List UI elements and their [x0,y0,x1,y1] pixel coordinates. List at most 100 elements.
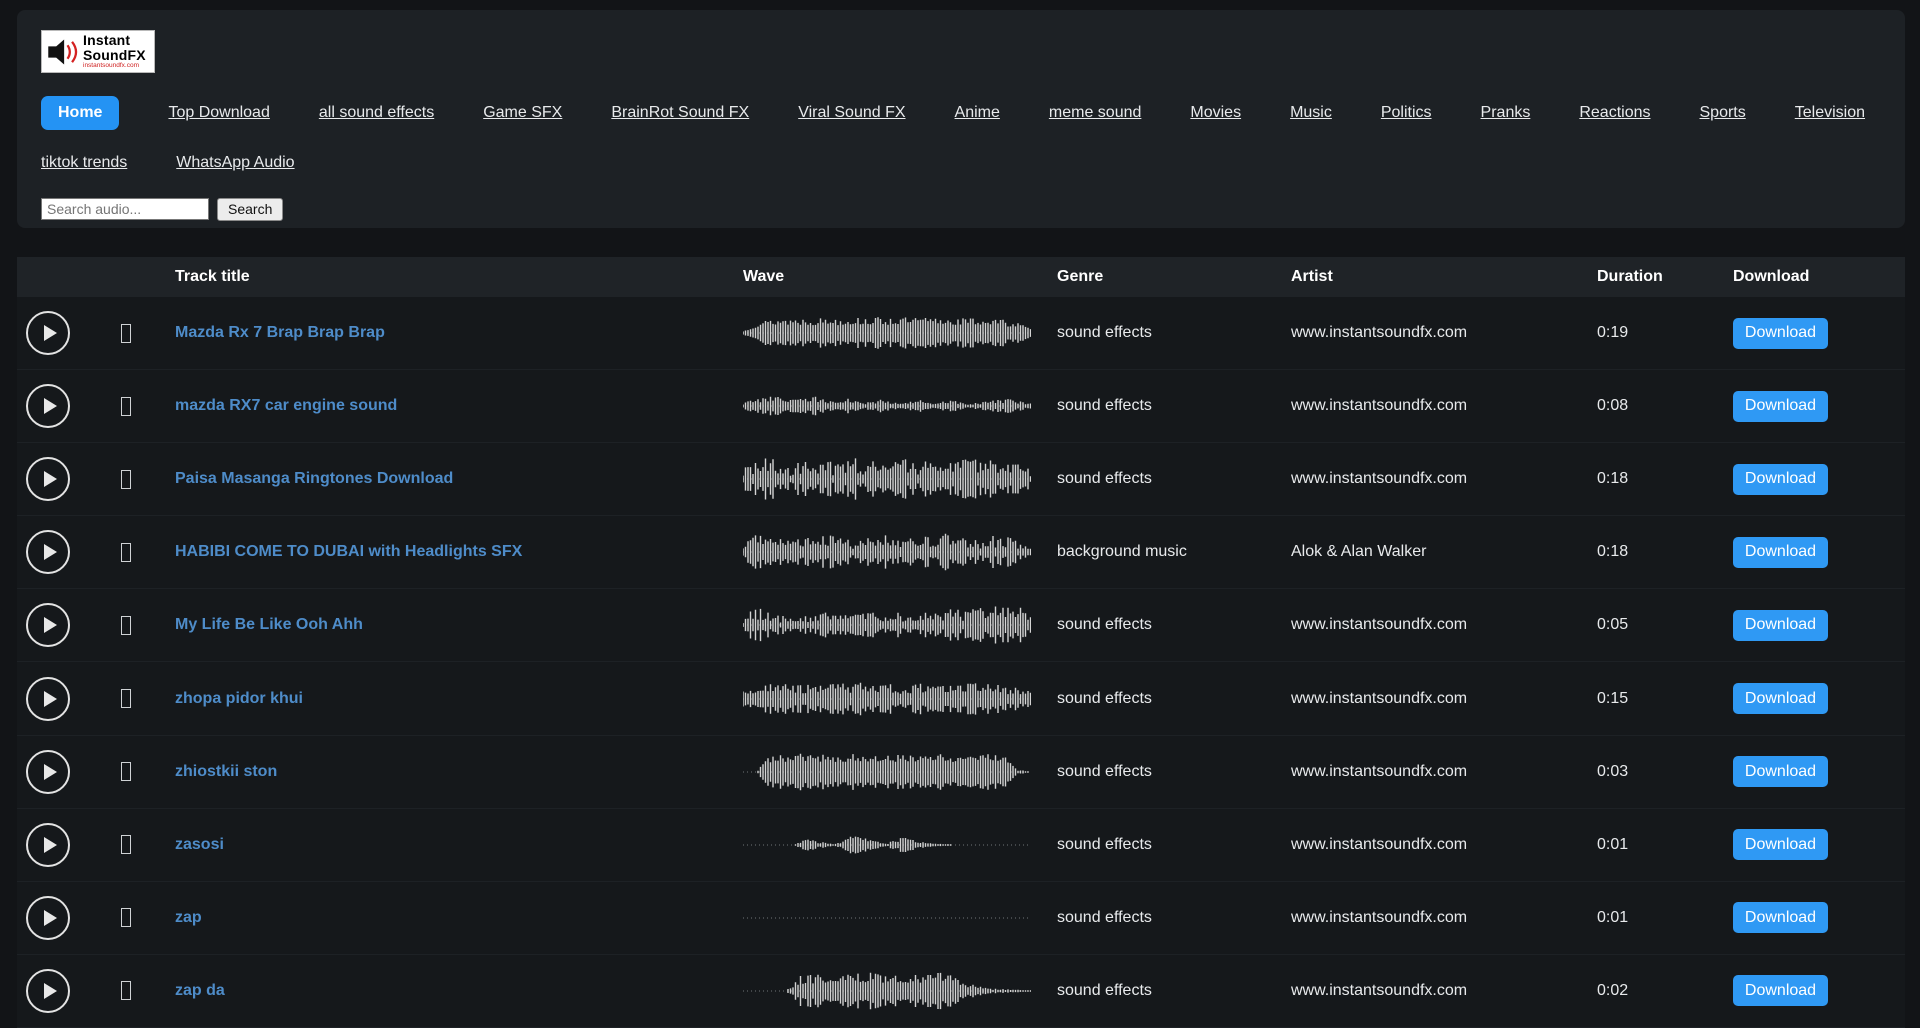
play-icon [44,471,57,487]
logo-name-line1: Instant [83,33,146,48]
nav-link-reactions[interactable]: Reactions [1579,104,1650,122]
nav-link-whatsapp-audio[interactable]: WhatsApp Audio [176,154,294,172]
nav-link-all-sound-effects[interactable]: all sound effects [319,104,434,122]
play-button[interactable] [26,457,70,501]
play-icon [44,398,57,414]
genre-text: sound effects [1057,763,1152,780]
artist-cell: www.instantsoundfx.com [1291,836,1597,854]
track-title-link[interactable]: zhopa pidor khui [175,690,303,707]
missing-glyph-icon [121,835,131,854]
nav-link-tiktok-trends[interactable]: tiktok trends [41,154,127,172]
nav-link-anime[interactable]: Anime [955,104,1000,122]
artist-cell: www.instantsoundfx.com [1291,909,1597,927]
title-cell: zap [175,909,743,927]
track-title-link[interactable]: My Life Be Like Ooh Ahh [175,616,363,633]
waveform[interactable] [743,818,1031,872]
play-button[interactable] [26,311,70,355]
nav-link-meme-sound[interactable]: meme sound [1049,104,1142,122]
nav-link-pranks[interactable]: Pranks [1481,104,1531,122]
track-title-link[interactable]: zap da [175,982,225,999]
genre-text: sound effects [1057,836,1152,853]
track-row: Mazda Rx 7 Brap Brap Brap sound effects … [17,297,1905,370]
missing-glyph-icon [121,908,131,927]
nav-link-television[interactable]: Television [1795,104,1865,122]
download-button[interactable]: Download [1733,683,1828,714]
nav-link-brainrot-sound-fx[interactable]: BrainRot Sound FX [611,104,749,122]
duration-cell: 0:02 [1597,982,1733,1000]
download-button[interactable]: Download [1733,829,1828,860]
genre-cell: sound effects [1057,324,1291,342]
track-title-link[interactable]: zhiostkii ston [175,763,277,780]
download-button[interactable]: Download [1733,537,1828,568]
track-row: Paisa Masanga Ringtones Download sound e… [17,443,1905,516]
duration-text: 0:01 [1597,909,1628,926]
track-title-link[interactable]: HABIBI COME TO DUBAI with Headlights SFX [175,543,522,560]
genre-text: sound effects [1057,616,1152,633]
play-button[interactable] [26,530,70,574]
nav-link-top-download[interactable]: Top Download [168,104,269,122]
play-icon [44,910,57,926]
play-button[interactable] [26,750,70,794]
download-cell: Download [1733,318,1905,349]
waveform[interactable] [743,525,1031,579]
play-button[interactable] [26,384,70,428]
artist-cell: Alok & Alan Walker [1291,543,1597,561]
nav-link-movies[interactable]: Movies [1190,104,1241,122]
waveform[interactable] [743,891,1031,945]
download-cell: Download [1733,975,1905,1006]
logo-text: Instant SoundFX instantsoundfx.com [83,33,146,69]
track-title-link[interactable]: Paisa Masanga Ringtones Download [175,470,453,487]
download-cell: Download [1733,756,1905,787]
download-button[interactable]: Download [1733,902,1828,933]
download-cell: Download [1733,537,1905,568]
play-button[interactable] [26,896,70,940]
nav-link-politics[interactable]: Politics [1381,104,1432,122]
waveform[interactable] [743,598,1031,652]
nav-link-music[interactable]: Music [1290,104,1332,122]
artist-text: www.instantsoundfx.com [1291,690,1467,707]
play-button[interactable] [26,677,70,721]
download-button[interactable]: Download [1733,464,1828,495]
nav-link-viral-sound-fx[interactable]: Viral Sound FX [798,104,905,122]
search-button[interactable]: Search [217,198,283,221]
track-title-link[interactable]: mazda RX7 car engine sound [175,397,397,414]
duration-text: 0:05 [1597,616,1628,633]
download-button[interactable]: Download [1733,610,1828,641]
play-button[interactable] [26,603,70,647]
nav-link-sports[interactable]: Sports [1700,104,1746,122]
duration-text: 0:18 [1597,470,1628,487]
waveform[interactable] [743,452,1031,506]
play-button[interactable] [26,969,70,1013]
col-track-title: Track title [175,268,743,286]
download-button[interactable]: Download [1733,391,1828,422]
waveform[interactable] [743,964,1031,1018]
search-input[interactable] [41,198,209,220]
waveform[interactable] [743,306,1031,360]
waveform[interactable] [743,379,1031,433]
duration-text: 0:01 [1597,836,1628,853]
artist-cell: www.instantsoundfx.com [1291,763,1597,781]
logo-name-line2: SoundFX [83,48,146,63]
play-icon [44,691,57,707]
row-controls [17,457,175,501]
waveform[interactable] [743,672,1031,726]
track-title-link[interactable]: Mazda Rx 7 Brap Brap Brap [175,324,385,341]
title-cell: My Life Be Like Ooh Ahh [175,616,743,634]
track-title-link[interactable]: zasosi [175,836,224,853]
col-genre: Genre [1057,268,1291,286]
artist-cell: www.instantsoundfx.com [1291,616,1597,634]
nav-link-game-sfx[interactable]: Game SFX [483,104,562,122]
row-controls [17,823,175,867]
nav-link-home[interactable]: Home [41,96,119,130]
download-button[interactable]: Download [1733,318,1828,349]
track-title-link[interactable]: zap [175,909,202,926]
track-row: zap da sound effects www.instantsoundfx.… [17,955,1905,1028]
title-cell: Mazda Rx 7 Brap Brap Brap [175,324,743,342]
download-button[interactable]: Download [1733,756,1828,787]
play-icon [44,983,57,999]
site-logo[interactable]: Instant SoundFX instantsoundfx.com [41,30,155,73]
wave-cell [743,964,1057,1018]
waveform[interactable] [743,745,1031,799]
play-button[interactable] [26,823,70,867]
download-button[interactable]: Download [1733,975,1828,1006]
